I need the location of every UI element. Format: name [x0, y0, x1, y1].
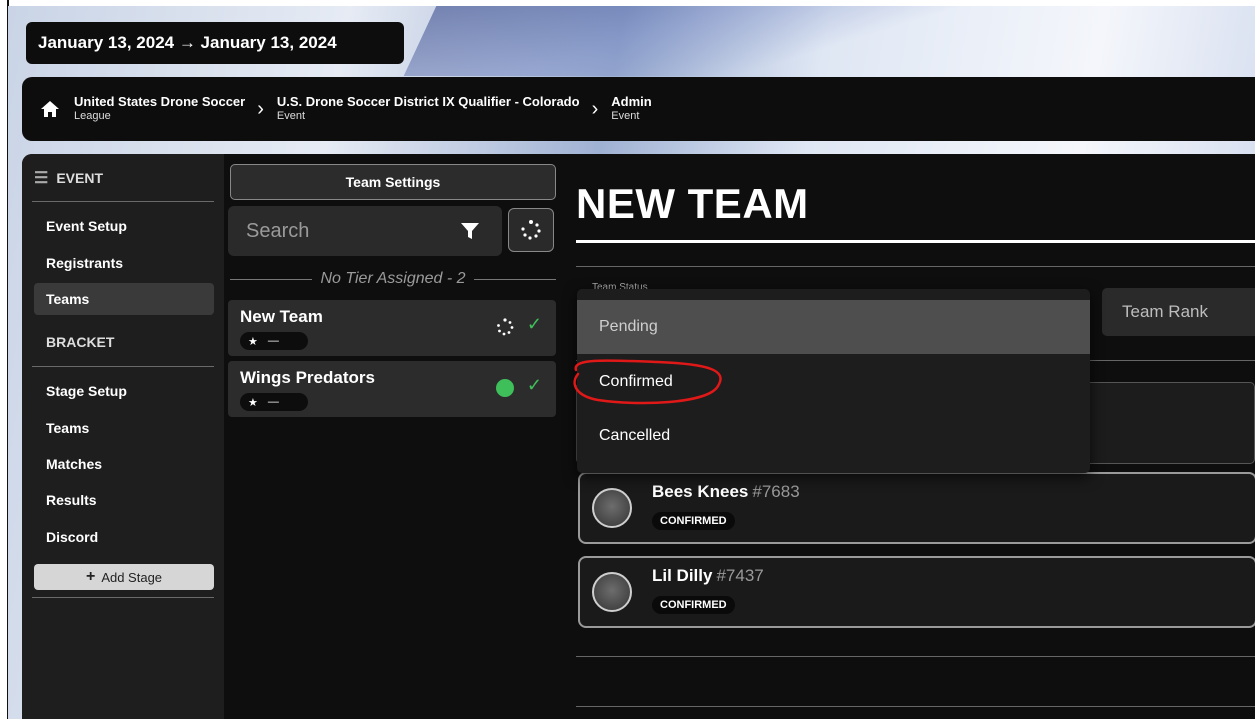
- breadcrumb-admin[interactable]: Admin Event: [611, 94, 652, 123]
- team-card-wings-predators[interactable]: Wings Predators ★ — ✓: [228, 361, 556, 417]
- star-icon: ★: [248, 396, 258, 409]
- sidebar-event-header[interactable]: ☰ EVENT: [34, 168, 103, 188]
- team-settings-button[interactable]: Team Settings: [230, 164, 556, 200]
- breadcrumb-subtitle: Event: [276, 110, 306, 123]
- sidebar-item-results[interactable]: Results: [34, 484, 214, 516]
- date-range: January 13, 2024 → January 13, 2024: [26, 22, 404, 64]
- breadcrumb-title: Admin: [611, 94, 652, 110]
- sidebar-item-event-setup[interactable]: Event Setup: [34, 210, 214, 242]
- chevron-right-icon: ›: [591, 97, 599, 120]
- confirmed-status-icon: [496, 379, 514, 397]
- team-name: New Team: [240, 307, 323, 326]
- divider: [576, 266, 1255, 267]
- search-placeholder: Search: [246, 219, 310, 242]
- banner-graphic: [403, 6, 997, 76]
- tier-divider: No Tier Assigned - 2: [230, 266, 557, 292]
- avatar: [592, 488, 632, 528]
- divider: [32, 366, 214, 367]
- divider: [576, 656, 1255, 657]
- breadcrumb-subtitle: Event: [611, 110, 640, 123]
- star-icon: ★: [248, 335, 258, 348]
- member-number: #7437: [716, 566, 764, 585]
- sidebar: ☰ EVENT Event Setup Registrants Teams BR…: [22, 154, 224, 719]
- breadcrumb-title: United States Drone Soccer: [74, 94, 246, 110]
- divider: [576, 706, 1255, 707]
- team-list-panel: Team Settings Search No Tier Assigned - …: [228, 154, 558, 719]
- breadcrumb-event[interactable]: U.S. Drone Soccer District IX Qualifier …: [276, 94, 580, 123]
- pending-status-icon: [521, 220, 541, 240]
- member-name-text: Lil Dilly: [652, 566, 713, 585]
- pending-status-icon: [497, 318, 514, 336]
- breadcrumb-title: U.S. Drone Soccer District IX Qualifier …: [276, 94, 580, 110]
- filter-icon[interactable]: [460, 222, 480, 240]
- team-rank-value: —: [267, 396, 279, 408]
- check-icon[interactable]: ✓: [527, 375, 542, 396]
- breadcrumb: United States Drone Soccer League › U.S.…: [22, 77, 1255, 141]
- title-underline: [576, 240, 1255, 243]
- status-option-cancelled[interactable]: Cancelled: [577, 409, 1090, 463]
- page-title: NEW TEAM: [576, 180, 809, 227]
- sidebar-bracket-header: BRACKET: [46, 334, 115, 350]
- sidebar-item-registrants[interactable]: Registrants: [34, 247, 214, 279]
- team-rank-badge: ★ —: [240, 393, 308, 411]
- sidebar-item-discord[interactable]: Discord: [34, 521, 214, 553]
- status-filter-button[interactable]: [508, 208, 554, 252]
- check-icon[interactable]: ✓: [527, 314, 542, 335]
- member-name-text: Bees Knees: [652, 482, 749, 501]
- menu-icon[interactable]: ☰: [34, 168, 48, 188]
- breadcrumb-subtitle: League: [74, 110, 111, 123]
- tier-label: No Tier Assigned - 2: [320, 270, 466, 287]
- member-name: Lil Dilly #7437: [652, 566, 764, 586]
- team-card-new-team[interactable]: New Team ★ — ✓: [228, 300, 556, 356]
- team-rank-value: —: [267, 335, 279, 347]
- divider: [32, 597, 214, 598]
- team-rank-badge: ★ —: [240, 332, 308, 350]
- divider: [32, 201, 214, 202]
- sidebar-item-stage-setup[interactable]: Stage Setup: [34, 375, 214, 407]
- sidebar-item-teams[interactable]: Teams: [34, 283, 214, 315]
- status-option-pending[interactable]: Pending: [577, 300, 1090, 354]
- add-stage-button[interactable]: + Add Stage: [34, 564, 214, 590]
- status-badge: CONFIRMED: [652, 596, 735, 614]
- member-name: Bees Knees #7683: [652, 482, 800, 502]
- add-stage-label: Add Stage: [101, 569, 163, 585]
- member-number: #7683: [752, 482, 800, 501]
- search-input[interactable]: Search: [228, 206, 502, 256]
- sidebar-item-matches[interactable]: Matches: [34, 448, 214, 480]
- plus-icon: +: [85, 568, 96, 585]
- breadcrumb-league[interactable]: United States Drone Soccer League: [74, 94, 246, 123]
- team-name: Wings Predators: [240, 368, 375, 387]
- chevron-right-icon: ›: [257, 97, 264, 120]
- annotation-circle: [573, 359, 722, 405]
- team-rank-input[interactable]: Team Rank: [1102, 288, 1255, 336]
- avatar: [592, 572, 632, 612]
- member-card[interactable]: Lil Dilly #7437 CONFIRMED: [578, 556, 1255, 628]
- sidebar-item-bracket-teams[interactable]: Teams: [34, 412, 214, 444]
- status-badge: CONFIRMED: [652, 512, 735, 530]
- sidebar-event-label: EVENT: [56, 170, 104, 186]
- member-card[interactable]: Bees Knees #7683 CONFIRMED: [578, 472, 1255, 544]
- home-icon[interactable]: [40, 99, 60, 119]
